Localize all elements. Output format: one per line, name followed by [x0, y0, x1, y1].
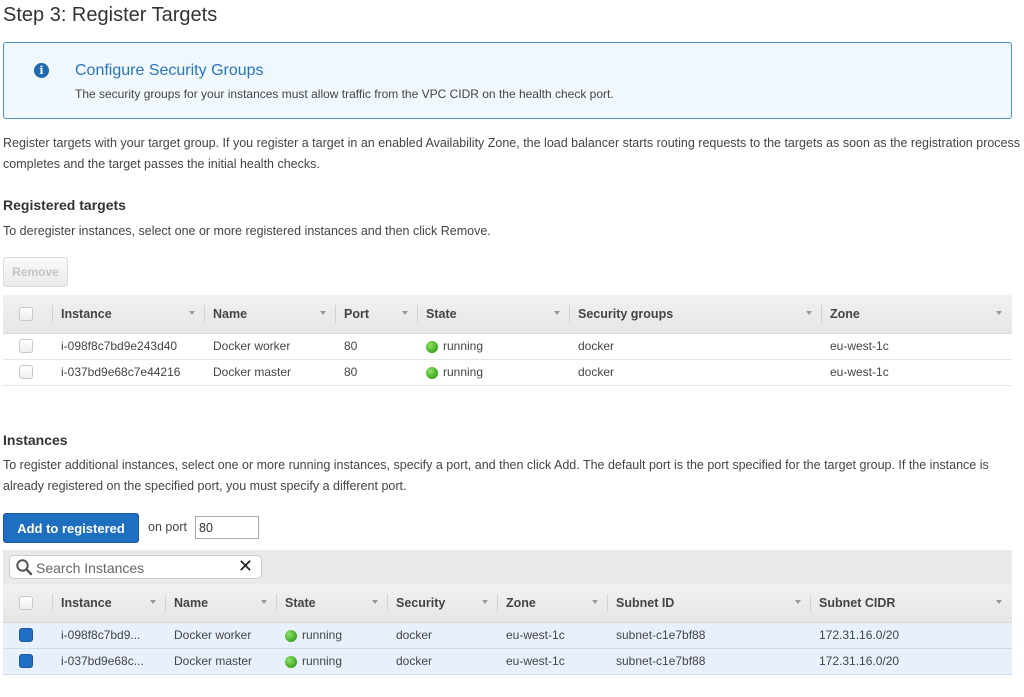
sort-icon	[795, 600, 801, 604]
table-row[interactable]: i-037bd9e68c... Docker master running do…	[3, 648, 1012, 675]
sort-icon	[996, 600, 1002, 604]
sort-icon	[806, 311, 812, 315]
table-header-row: Instance Name Port State Security groups…	[3, 295, 1012, 334]
sort-icon	[320, 311, 326, 315]
running-status-icon	[285, 629, 297, 642]
registered-targets-heading: Registered targets	[3, 197, 126, 213]
row-checkbox[interactable]	[19, 654, 33, 669]
sort-icon	[996, 311, 1002, 315]
state: running	[277, 622, 388, 649]
security: docker	[388, 648, 498, 675]
intro-text: Register targets with your target group.…	[3, 136, 1021, 171]
instance-id: i-098f8c7bd9...	[53, 622, 166, 649]
info-icon: i	[34, 63, 49, 78]
table-header-row: Instance Name State Security Zone Subnet…	[3, 584, 1012, 623]
table-row[interactable]: i-098f8c7bd9... Docker worker running do…	[3, 622, 1012, 649]
instance-name: Docker master	[205, 359, 336, 386]
registered-targets-table: Instance Name Port State Security groups…	[3, 295, 1012, 386]
zone: eu-west-1c	[498, 648, 608, 675]
column-header-port[interactable]: Port	[336, 295, 418, 334]
column-header-name[interactable]: Name	[205, 295, 336, 334]
select-all-checkbox[interactable]	[19, 596, 33, 611]
state: running	[418, 359, 570, 386]
column-header-instance[interactable]: Instance	[53, 584, 166, 623]
state: running	[277, 648, 388, 675]
add-to-registered-button[interactable]: Add to registered	[3, 513, 139, 543]
remove-button[interactable]: Remove	[3, 257, 68, 287]
port: 80	[336, 359, 418, 386]
column-header-security-groups[interactable]: Security groups	[570, 295, 822, 334]
instances-table: Instance Name State Security Zone Subnet…	[3, 584, 1012, 675]
row-checkbox[interactable]	[19, 365, 33, 380]
instance-id: i-037bd9e68c...	[53, 648, 166, 675]
port-label: on port	[148, 520, 187, 534]
subnet-id: subnet-c1e7bf88	[608, 648, 811, 675]
search-box[interactable]: ✕	[9, 555, 262, 579]
column-header-security[interactable]: Security	[388, 584, 498, 623]
column-header-zone[interactable]: Zone	[498, 584, 608, 623]
info-title: Configure Security Groups	[75, 62, 264, 79]
sort-icon	[402, 311, 408, 315]
column-header-state[interactable]: State	[418, 295, 570, 334]
zone: eu-west-1c	[822, 333, 1012, 360]
instances-description: To register additional instances, select…	[3, 458, 989, 493]
sort-icon	[592, 600, 598, 604]
security-groups-info-box: i Configure Security Groups The security…	[3, 42, 1012, 119]
sort-icon	[554, 311, 560, 315]
clear-search-icon[interactable]: ✕	[238, 556, 253, 578]
security-groups: docker	[570, 333, 822, 360]
select-all-checkbox[interactable]	[19, 307, 33, 322]
instance-id: i-098f8c7bd9e243d40	[53, 333, 205, 360]
subnet-cidr: 172.31.16.0/20	[811, 622, 1012, 649]
search-bar: ✕	[3, 550, 1012, 584]
zone: eu-west-1c	[822, 359, 1012, 386]
security-groups: docker	[570, 359, 822, 386]
instance-name: Docker worker	[205, 333, 336, 360]
sort-icon	[189, 311, 195, 315]
security: docker	[388, 622, 498, 649]
table-row[interactable]: i-098f8c7bd9e243d40 Docker worker 80 run…	[3, 333, 1012, 360]
instances-heading: Instances	[3, 432, 68, 448]
sort-icon	[150, 600, 156, 604]
subnet-cidr: 172.31.16.0/20	[811, 648, 1012, 675]
search-icon	[16, 559, 33, 576]
instance-id: i-037bd9e68c7e44216	[53, 359, 205, 386]
column-header-name[interactable]: Name	[166, 584, 277, 623]
running-status-icon	[426, 340, 438, 353]
registered-targets-description: To deregister instances, select one or m…	[3, 224, 491, 238]
select-all-header	[3, 295, 53, 334]
instance-name: Docker worker	[166, 622, 277, 649]
running-status-icon	[285, 655, 297, 668]
column-header-subnet-cidr[interactable]: Subnet CIDR	[811, 584, 1012, 623]
sort-icon	[482, 600, 488, 604]
subnet-id: subnet-c1e7bf88	[608, 622, 811, 649]
column-header-subnet-id[interactable]: Subnet ID	[608, 584, 811, 623]
info-text: The security groups for your instances m…	[75, 87, 614, 101]
table-row[interactable]: i-037bd9e68c7e44216 Docker master 80 run…	[3, 359, 1012, 386]
search-input[interactable]	[36, 558, 226, 577]
port: 80	[336, 333, 418, 360]
state: running	[418, 333, 570, 360]
sort-icon	[261, 600, 267, 604]
row-checkbox[interactable]	[19, 628, 33, 643]
sort-icon	[372, 600, 378, 604]
page-title: Step 3: Register Targets	[3, 4, 218, 26]
column-header-state[interactable]: State	[277, 584, 388, 623]
running-status-icon	[426, 366, 438, 379]
port-input[interactable]	[195, 516, 259, 539]
row-checkbox[interactable]	[19, 339, 33, 354]
instance-name: Docker master	[166, 648, 277, 675]
select-all-header	[3, 584, 53, 623]
zone: eu-west-1c	[498, 622, 608, 649]
column-header-zone[interactable]: Zone	[822, 295, 1012, 334]
column-header-instance[interactable]: Instance	[53, 295, 205, 334]
